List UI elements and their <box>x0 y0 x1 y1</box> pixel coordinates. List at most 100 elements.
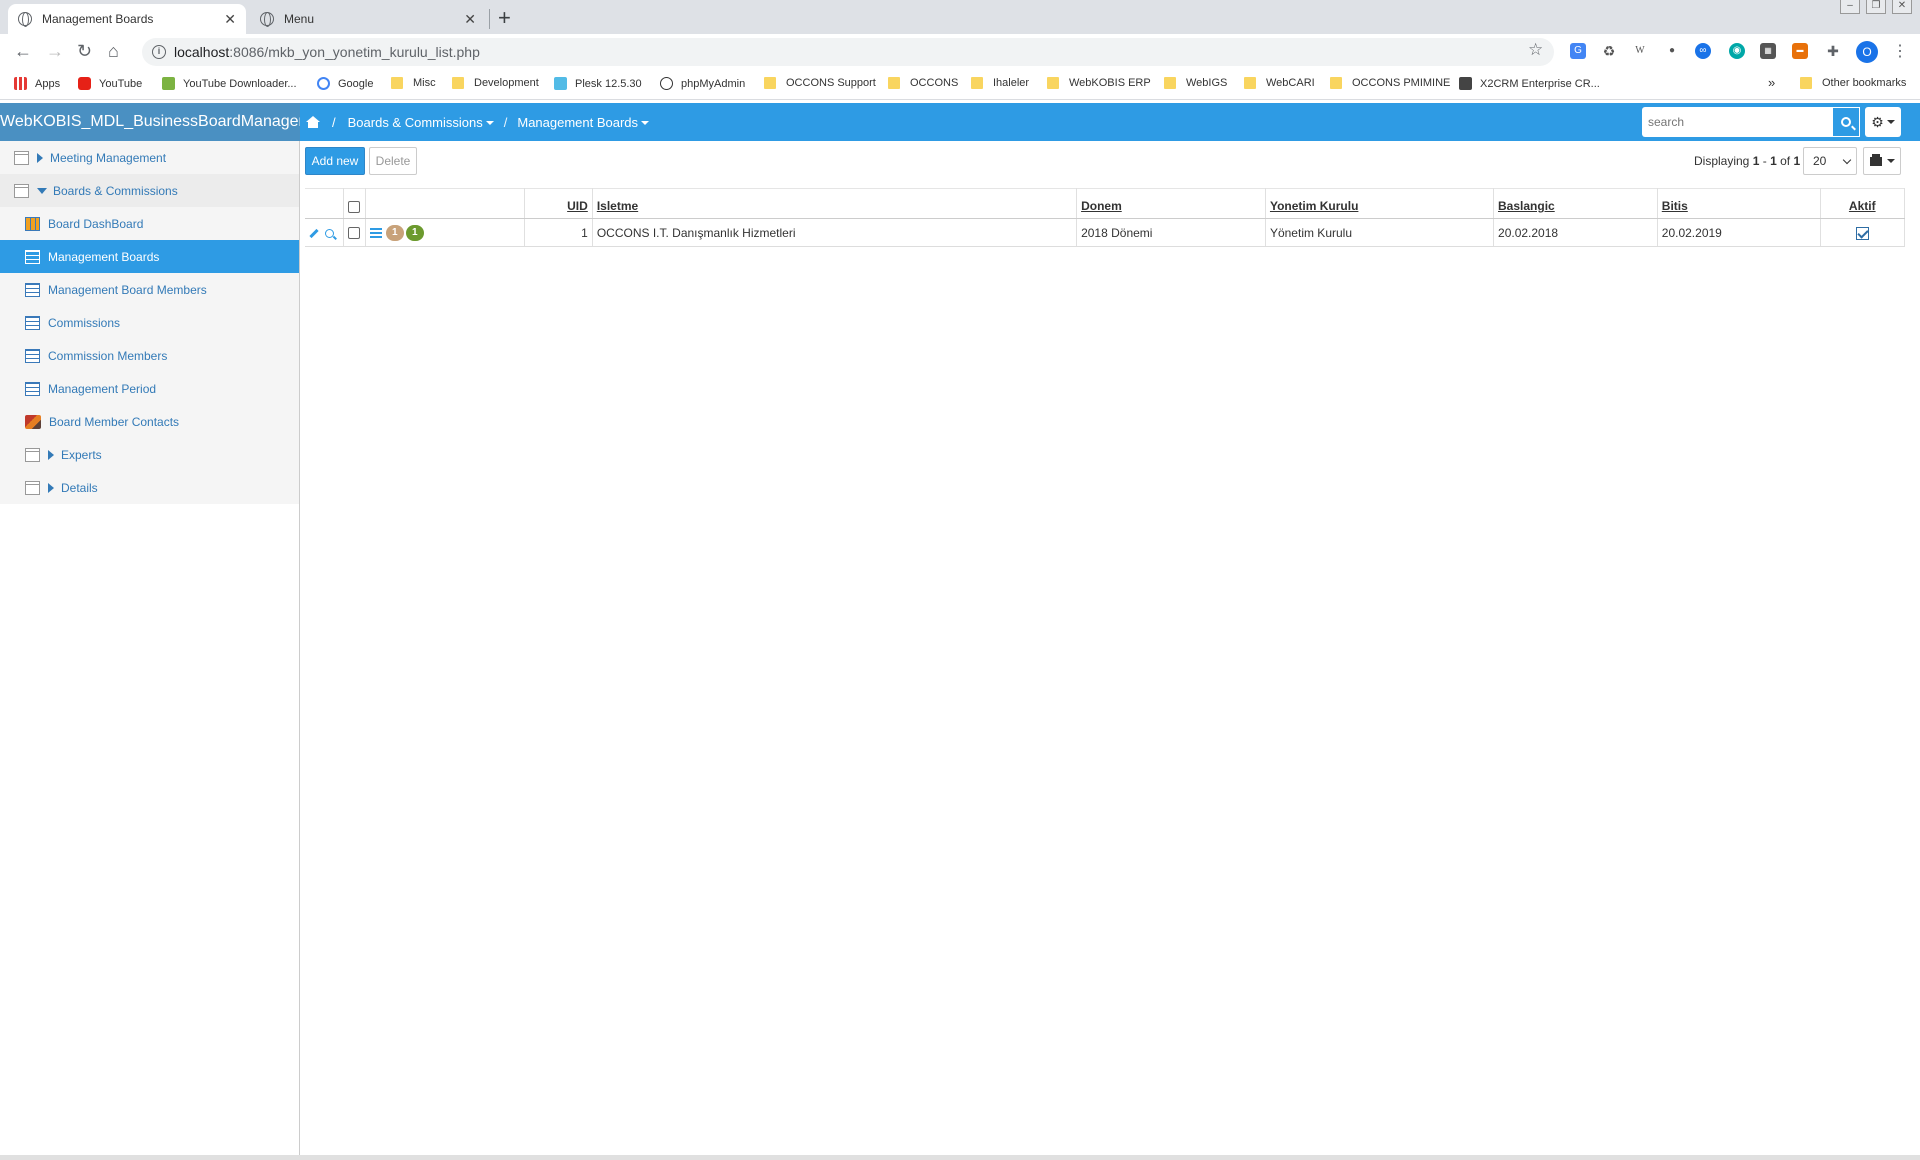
sidebar-item-commission-members[interactable]: Commission Members <box>0 339 299 372</box>
header-actions <box>305 188 344 219</box>
bookmark-folder-occons[interactable]: OCCONS <box>888 77 958 89</box>
table-icon <box>25 315 40 330</box>
bookmark-plesk[interactable]: Plesk 12.5.30 <box>554 77 642 90</box>
of-label: of <box>1776 154 1794 168</box>
dashboard-icon <box>25 216 40 231</box>
close-icon[interactable]: ✕ <box>224 11 236 28</box>
table-row[interactable]: 11 1 OCCONS I.T. Danışmanlık Hizmetleri … <box>305 218 1906 247</box>
breadcrumb-boards-commissions[interactable]: Boards & Commissions <box>348 115 494 130</box>
puzzle-extensions-icon[interactable]: ✚ <box>1825 43 1841 59</box>
reload-icon[interactable]: ↻ <box>77 41 92 62</box>
table-header-row: UID Isletme Donem Yonetim Kurulu Baslang… <box>305 188 1906 219</box>
bookmark-google[interactable]: Google <box>317 77 373 90</box>
sidebar-item-management-period[interactable]: Management Period <box>0 372 299 405</box>
sidebar-item-board-dashboard[interactable]: Board DashBoard <box>0 207 299 240</box>
wikipedia-extension-icon[interactable]: W <box>1632 43 1648 59</box>
browser-tab-management-boards[interactable]: Management Boards ✕ <box>8 4 246 34</box>
bookmarks-overflow-chevron[interactable]: » <box>1768 75 1775 90</box>
view-icon[interactable] <box>325 228 334 238</box>
sort-uid-link[interactable]: UID <box>567 199 588 213</box>
bookmark-folder-occons-pmimine[interactable]: OCCONS PMIMINE <box>1330 77 1450 89</box>
sort-yonetim-kurulu-link[interactable]: Yonetim Kurulu <box>1270 199 1358 213</box>
bookmark-star-icon[interactable]: ☆ <box>1528 40 1543 60</box>
horizontal-scrollbar[interactable] <box>0 1155 1920 1160</box>
url-field[interactable]: i localhost:8086/mkb_yon_yonetim_kurulu_… <box>142 38 1554 66</box>
cart-extension-icon[interactable]: ▬ <box>1792 43 1808 59</box>
displaying-label: Displaying <box>1694 154 1753 168</box>
globe-icon <box>660 77 673 90</box>
search-input[interactable] <box>1642 107 1832 137</box>
search-button[interactable] <box>1832 107 1860 137</box>
home-icon[interactable] <box>306 116 320 128</box>
bookmark-folder-occons-support[interactable]: OCCONS Support <box>764 77 876 89</box>
edit-icon[interactable] <box>309 228 319 238</box>
sort-aktif-link[interactable]: Aktif <box>1849 199 1876 213</box>
bookmark-folder-other[interactable]: Other bookmarks <box>1800 77 1906 89</box>
bookmark-label: Plesk 12.5.30 <box>575 77 642 90</box>
sidebar-item-management-boards[interactable]: Management Boards <box>0 240 299 273</box>
browser-tab-menu[interactable]: Menu ✕ <box>250 4 486 34</box>
globe-icon <box>18 12 32 27</box>
new-tab-button[interactable]: + <box>498 5 511 31</box>
caret-down-icon <box>1886 159 1895 163</box>
table-icon <box>25 282 40 297</box>
delete-button[interactable]: Delete <box>369 147 417 175</box>
profile-avatar[interactable]: O <box>1856 41 1878 63</box>
sidebar-item-management-board-members[interactable]: Management Board Members <box>0 273 299 306</box>
sort-baslangic-link[interactable]: Baslangic <box>1498 199 1555 213</box>
folder-icon <box>1244 77 1256 89</box>
folder-icon <box>764 77 776 89</box>
settings-dropdown-button[interactable]: ⚙ <box>1865 107 1901 137</box>
sidebar-item-board-member-contacts[interactable]: Board Member Contacts <box>0 405 299 438</box>
sidebar-item-boards-commissions[interactable]: Boards & Commissions <box>0 174 299 207</box>
sidebar-item-commissions[interactable]: Commissions <box>0 306 299 339</box>
page-size-select[interactable]: 20 <box>1803 147 1857 175</box>
circle-extension-icon[interactable]: ◉ <box>1729 43 1745 59</box>
bookmark-folder-webcari[interactable]: WebCARI <box>1244 77 1315 89</box>
header-yonetim-kurulu: Yonetim Kurulu <box>1265 188 1495 219</box>
bookmark-youtube[interactable]: YouTube <box>78 77 142 90</box>
detail-count-badge[interactable]: 1 <box>405 224 424 241</box>
grid-extension-icon[interactable]: ▦ <box>1760 43 1776 59</box>
bookmark-phpmyadmin[interactable]: phpMyAdmin <box>660 77 745 90</box>
details-list-icon[interactable] <box>369 227 382 238</box>
breadcrumb-management-boards[interactable]: Management Boards <box>517 115 650 130</box>
home-icon[interactable]: ⌂ <box>108 41 119 62</box>
bookmark-folder-misc[interactable]: Misc <box>391 77 436 89</box>
bookmark-folder-ihaleler[interactable]: Ihaleler <box>971 77 1029 89</box>
sidebar-item-experts[interactable]: Experts <box>0 438 299 471</box>
sort-donem-link[interactable]: Donem <box>1081 199 1122 213</box>
print-dropdown-button[interactable] <box>1863 147 1901 175</box>
app-brand[interactable]: WebKOBIS_MDL_BusinessBoardManagement <box>0 103 300 141</box>
infinity-extension-icon[interactable]: ∞ <box>1695 43 1711 59</box>
row-checkbox[interactable] <box>347 227 360 240</box>
header-donem: Donem <box>1076 188 1266 219</box>
add-new-button[interactable]: Add new <box>305 147 365 175</box>
bookmark-youtube-downloader[interactable]: YouTube Downloader... <box>162 77 297 90</box>
sort-bitis-link[interactable]: Bitis <box>1662 199 1688 213</box>
select-all-checkbox[interactable] <box>347 200 360 213</box>
bookmark-folder-development[interactable]: Development <box>452 77 539 89</box>
sidebar-item-details[interactable]: Details <box>0 471 299 504</box>
tab-title: Management Boards <box>42 12 154 26</box>
window-close-icon[interactable]: ✕ <box>1892 0 1912 14</box>
translate-extension-icon[interactable]: G <box>1570 43 1586 59</box>
map-pin-extension-icon[interactable]: ● <box>1664 43 1680 59</box>
browser-menu-icon[interactable]: ⋮ <box>1892 41 1908 61</box>
info-icon[interactable]: i <box>152 45 166 59</box>
sidebar-item-meeting-management[interactable]: Meeting Management <box>0 141 299 174</box>
bookmark-folder-webigs[interactable]: WebIGS <box>1164 77 1227 89</box>
apps-grid-icon <box>14 77 27 90</box>
back-arrow-icon[interactable]: ← <box>14 41 32 62</box>
search-icon <box>1841 117 1851 127</box>
sort-isletme-link[interactable]: Isletme <box>597 199 638 213</box>
detail-count-badge[interactable]: 1 <box>385 224 404 241</box>
close-icon[interactable]: ✕ <box>464 11 476 28</box>
restore-icon[interactable]: ❐ <box>1866 0 1886 14</box>
bookmark-folder-webkobis-erp[interactable]: WebKOBIS ERP <box>1047 77 1151 89</box>
bookmark-apps[interactable]: Apps <box>14 77 60 90</box>
minimize-icon[interactable]: – <box>1840 0 1860 14</box>
forward-arrow-icon[interactable]: → <box>46 41 64 62</box>
bookmark-x2crm[interactable]: X2CRM Enterprise CR... <box>1459 77 1600 90</box>
recycle-extension-icon[interactable]: ♻ <box>1601 43 1617 59</box>
